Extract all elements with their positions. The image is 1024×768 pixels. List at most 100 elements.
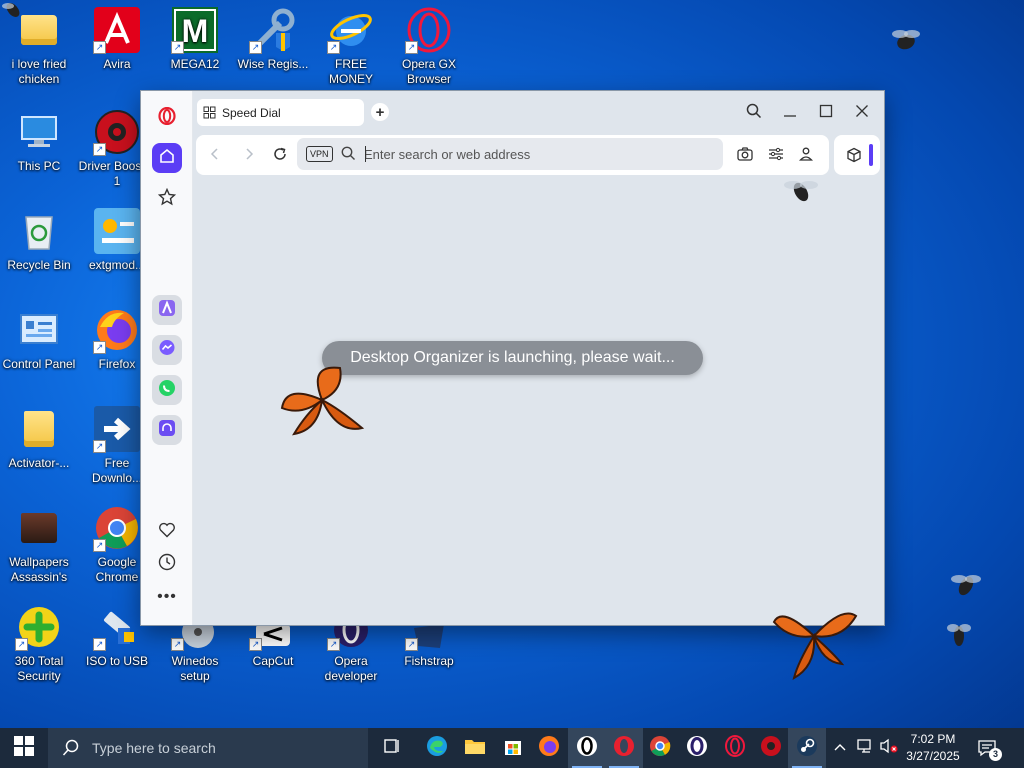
desktop-icon-recycle-bin[interactable]: Recycle Bin (0, 207, 78, 273)
recycle-bin-icon (15, 207, 63, 255)
headphones-icon (158, 419, 176, 442)
desktop-icon-control-panel[interactable]: Control Panel (0, 306, 78, 372)
vpn-badge[interactable]: VPN (306, 146, 333, 162)
search-icon (62, 739, 80, 757)
firefox-icon (538, 735, 560, 762)
folder-icon (15, 504, 63, 552)
tab-speed-dial[interactable]: Speed Dial (197, 99, 364, 126)
desktop-icon-label: Avira (103, 57, 131, 71)
settings-sliders-icon (768, 147, 784, 165)
snapshot-button[interactable] (737, 147, 753, 166)
desktop-icon-mega12[interactable]: M ↗ MEGA12 (156, 6, 234, 72)
extensions-button[interactable] (846, 147, 862, 168)
opera-menu-button[interactable] (152, 103, 182, 133)
internet-explorer-icon: ↗ (327, 6, 375, 54)
desktop-icon-label: Opera developer (324, 654, 378, 683)
steam-icon (796, 735, 818, 762)
taskbar-steam[interactable] (788, 728, 826, 768)
clock-date: 3/27/2025 (906, 749, 960, 763)
desktop-icon-activator[interactable]: Activator-... (0, 405, 78, 471)
sidebar-more-button[interactable]: ••• (152, 582, 182, 612)
taskbar-edge[interactable] (418, 728, 456, 768)
taskbar-search[interactable] (48, 728, 368, 768)
taskbar-driver-booster[interactable] (752, 728, 790, 768)
desktop-icon-label: Control Panel (2, 357, 76, 371)
shortcut-arrow-icon: ↗ (249, 41, 262, 54)
taskbar-store[interactable] (494, 728, 532, 768)
minimize-icon (783, 104, 797, 123)
desktop-icon-opera-gx[interactable]: ↗ Opera GX Browser (390, 6, 468, 87)
taskbar-firefox[interactable] (530, 728, 568, 768)
address-bar[interactable]: VPN (297, 138, 723, 170)
sidebar-home-button[interactable] (152, 143, 182, 173)
sidebar-music-player-button[interactable] (152, 415, 182, 445)
notification-icon: 3 (977, 739, 1002, 761)
shortcut-arrow-icon: ↗ (249, 638, 262, 651)
taskbar-search-input[interactable] (90, 739, 354, 757)
taskbar-opera-gx-dark[interactable] (678, 728, 716, 768)
tab-strip: Speed Dial + (192, 91, 884, 133)
browser-sidebar: ••• (141, 91, 193, 625)
taskbar-opera-developer[interactable] (568, 728, 606, 768)
forward-button[interactable] (242, 146, 256, 167)
computer-icon (15, 108, 63, 156)
opera-icon (576, 735, 598, 762)
tab-search-button[interactable] (741, 100, 767, 126)
desktop-icon-label: This PC (17, 159, 61, 173)
taskbar-chrome[interactable] (641, 728, 679, 768)
volume-button[interactable] (878, 728, 900, 768)
new-tab-button[interactable]: + (371, 103, 389, 121)
desktop-icon-avira[interactable]: ↗ Avira (78, 6, 156, 72)
chevron-right-icon (242, 148, 256, 166)
sidebar-history-button[interactable] (152, 549, 182, 579)
app-icon (93, 207, 141, 255)
desktop-icon-360-total-security[interactable]: ↗ 360 Total Security (0, 603, 78, 684)
desktop-icon-label: 360 Total Security (14, 654, 64, 683)
chevron-up-icon (834, 739, 846, 757)
start-button[interactable] (4, 728, 44, 768)
opera-logo-icon (158, 106, 176, 130)
reload-button[interactable] (272, 146, 288, 167)
back-button[interactable] (208, 146, 222, 167)
reload-icon (272, 147, 288, 166)
maximize-button[interactable] (813, 100, 839, 126)
fly-icon (947, 624, 971, 646)
desktop-icon-label: FREE MONEY (328, 57, 373, 86)
desktop-icon-this-pc[interactable]: This PC (0, 108, 78, 174)
desktop-icon-free-money[interactable]: ↗ FREE MONEY (312, 6, 390, 87)
close-button[interactable] (849, 100, 875, 126)
desktop-icon-label: CapCut (252, 654, 294, 668)
easy-setup-button[interactable] (768, 147, 784, 166)
launch-notification-toast: Desktop Organizer is launching, please w… (322, 341, 703, 375)
chevron-left-icon (208, 148, 222, 166)
sidebar-favorites-button[interactable] (152, 517, 182, 547)
shortcut-arrow-icon: ↗ (405, 638, 418, 651)
minimize-button[interactable] (777, 100, 803, 126)
taskbar-opera-gx[interactable] (716, 728, 754, 768)
sidebar-whatsapp-button[interactable] (152, 375, 182, 405)
close-icon (855, 104, 869, 123)
sidebar-aria-button[interactable] (152, 295, 182, 325)
volume-muted-icon (879, 738, 899, 759)
profile-button[interactable] (799, 147, 813, 166)
home-icon (159, 148, 175, 169)
fly-icon (892, 30, 920, 50)
fly-icon (2, 3, 20, 17)
system-clock[interactable]: 7:02 PM 3/27/2025 (900, 731, 966, 765)
notification-count-badge: 3 (989, 748, 1002, 761)
taskbar-opera[interactable] (605, 728, 643, 768)
control-panel-icon (15, 306, 63, 354)
sidebar-messenger-button[interactable] (152, 335, 182, 365)
fly-icon (784, 181, 818, 202)
sidebar-pinboards-button[interactable] (152, 184, 182, 214)
address-input[interactable] (364, 144, 704, 164)
notifications-button[interactable]: 3 (972, 728, 1002, 768)
usb-icon: ↗ (93, 603, 141, 651)
show-hidden-icons-button[interactable] (830, 728, 850, 768)
task-view-button[interactable] (373, 728, 411, 768)
taskbar-file-explorer[interactable] (456, 728, 494, 768)
desktop-icon-wise-registry[interactable]: ↗ Wise Regis... (234, 6, 312, 72)
network-button[interactable] (854, 728, 876, 768)
desktop-icon-wallpapers-assassins[interactable]: Wallpapers Assassin's (0, 504, 78, 585)
driver-booster-icon (760, 735, 782, 762)
